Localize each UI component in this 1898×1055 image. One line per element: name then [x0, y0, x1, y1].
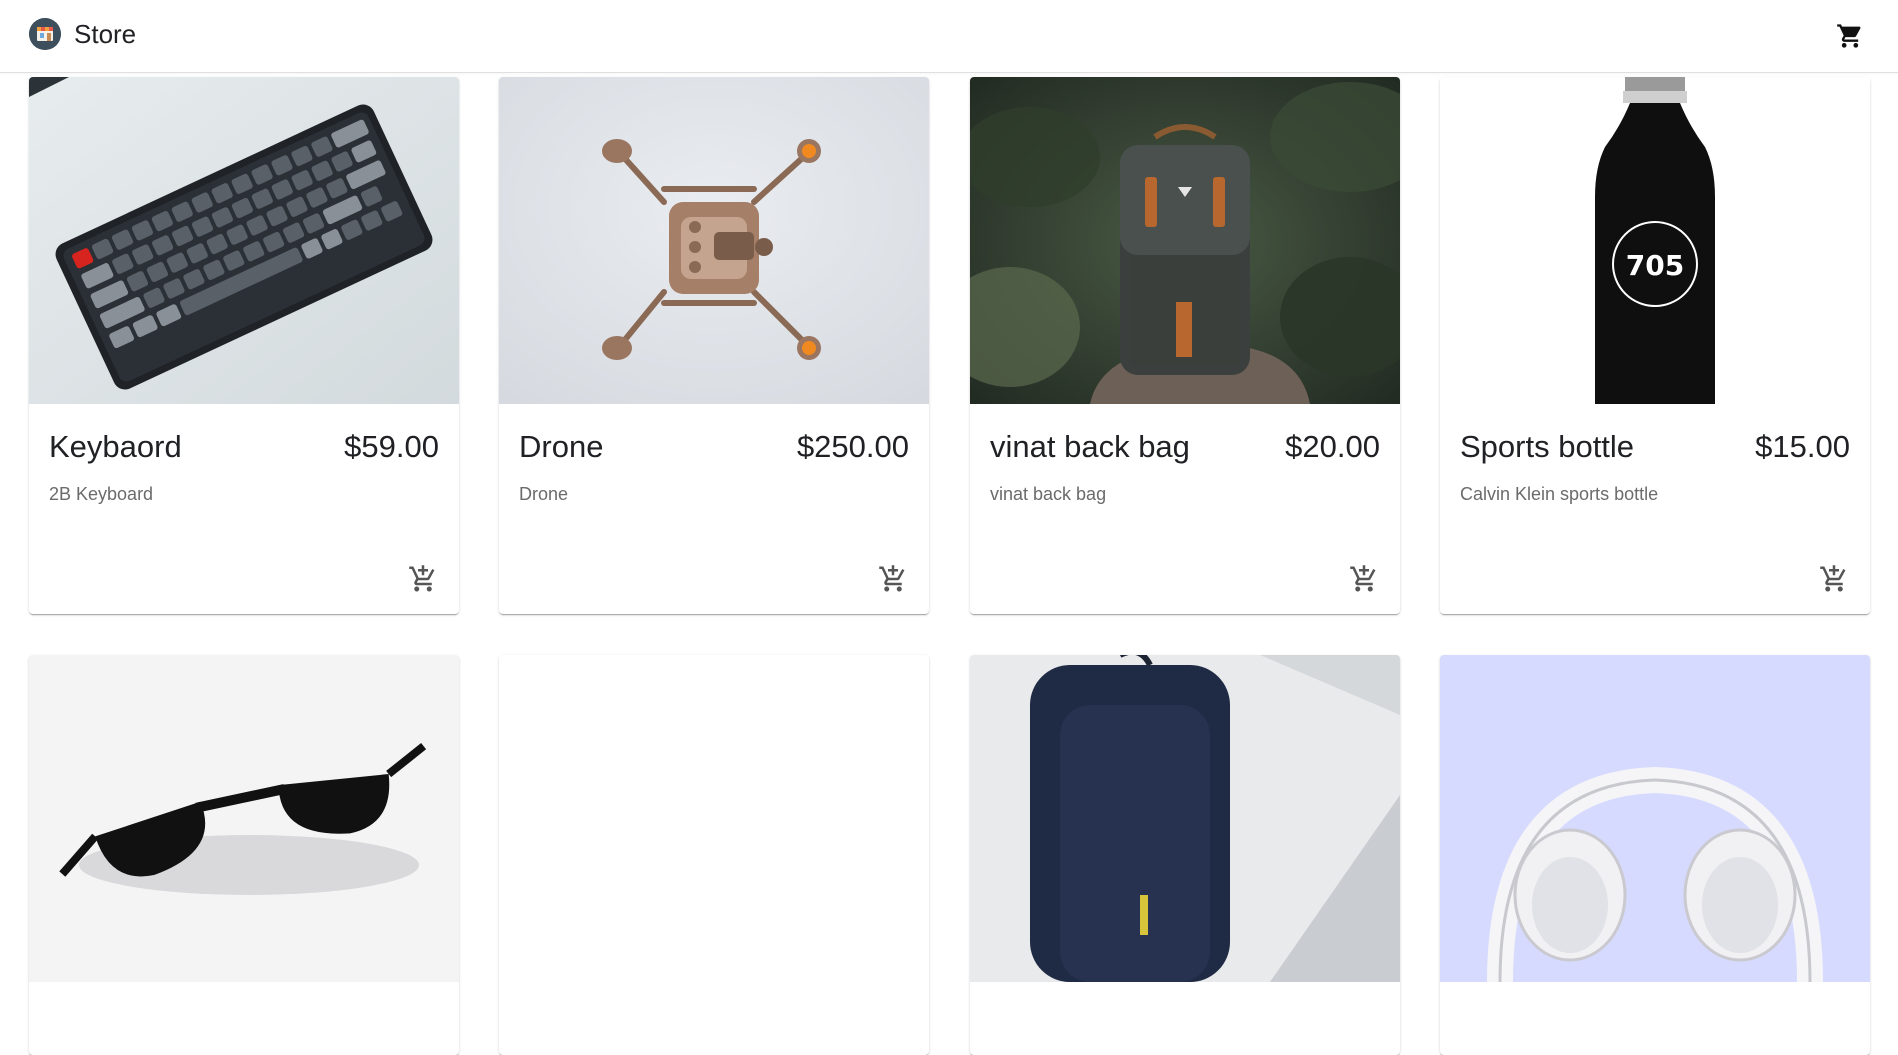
product-price: $59.00 — [344, 429, 439, 464]
product-description: 2B Keyboard — [49, 484, 154, 504]
add-shopping-cart-icon — [1350, 565, 1376, 592]
navy-backpack-image — [970, 655, 1400, 982]
drone-image — [499, 77, 929, 404]
product-title: Keybaord — [49, 429, 182, 464]
product-card[interactable] — [970, 655, 1400, 1055]
add-shopping-cart-icon — [879, 565, 905, 592]
product-description: Drone — [519, 484, 569, 504]
sunglasses-image — [29, 655, 459, 982]
product-card[interactable]: 705 Sports bottle $15.00 Calvin Klein sp… — [1440, 77, 1870, 614]
store-logo-icon — [29, 18, 61, 50]
product-description: vinat back bag — [990, 484, 1107, 504]
add-to-cart-button[interactable] — [875, 561, 911, 597]
cart-button[interactable] — [1830, 16, 1870, 56]
add-to-cart-button[interactable] — [405, 561, 441, 597]
product-description: Calvin Klein sports bottle — [1460, 484, 1659, 504]
add-to-cart-button[interactable] — [1816, 561, 1852, 597]
svg-text:705: 705 — [1626, 249, 1684, 282]
product-price: $250.00 — [796, 429, 909, 464]
bottle-image: 705 — [1440, 77, 1870, 404]
product-title: Sports bottle — [1460, 429, 1635, 464]
product-card[interactable]: Keybaord $59.00 2B Keyboard — [29, 77, 459, 614]
product-card[interactable] — [499, 655, 929, 1055]
add-to-cart-button[interactable] — [1346, 561, 1382, 597]
product-price: $15.00 — [1755, 429, 1850, 464]
add-shopping-cart-icon — [409, 565, 435, 592]
product-title: Drone — [519, 429, 604, 464]
headphones-image — [1440, 655, 1870, 982]
product-card[interactable]: vinat back bag $20.00 vinat back bag — [970, 77, 1400, 614]
app-title: Store — [74, 19, 137, 49]
product-price: $20.00 — [1285, 429, 1380, 464]
blank-image — [499, 655, 929, 982]
add-shopping-cart-icon — [1820, 565, 1846, 592]
keyboard-image — [29, 77, 459, 404]
product-card[interactable] — [1440, 655, 1870, 1055]
product-title: vinat back bag — [990, 429, 1190, 464]
backpack-image — [970, 77, 1400, 404]
product-card[interactable]: Drone $250.00 Drone — [499, 77, 929, 614]
app-bar: Store — [0, 0, 1898, 73]
product-card[interactable] — [29, 655, 459, 1055]
shopping-cart-icon — [1837, 24, 1861, 48]
